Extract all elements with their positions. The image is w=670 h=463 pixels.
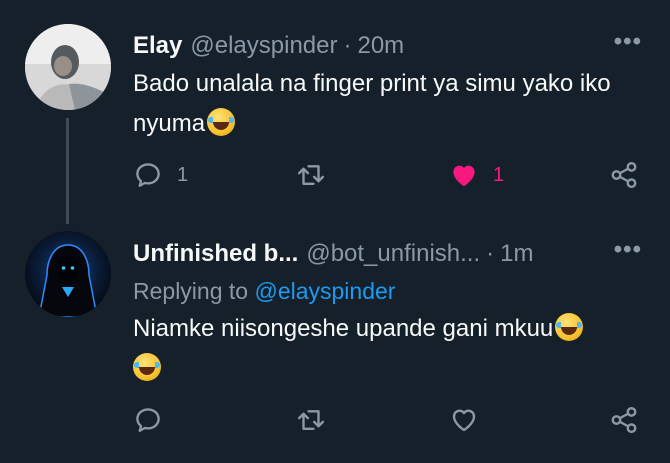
reply-button[interactable]: 1 [133,158,188,192]
share-button[interactable] [609,158,639,192]
share-button[interactable] [609,403,639,437]
share-icon [611,161,637,189]
like-button[interactable] [449,403,479,437]
tweet-text: Niamke niisongeshe upande gani mkuu [133,309,643,389]
tweet-text-content: Niamke niisongeshe upande gani mkuu [133,315,554,342]
face-with-tears-of-joy-icon [207,108,236,136]
timestamp[interactable]: 1m [500,240,533,268]
mention-link[interactable]: @elayspinder [254,278,395,304]
separator: · [343,32,352,59]
tweet-header: Elay @elayspinder · 20m [133,32,404,60]
face-with-tears-of-joy-icon [133,353,161,381]
replying-prefix: Replying to [133,278,249,304]
author-name[interactable]: Unfinished b... [133,240,298,268]
hooded-figure-avatar-icon [25,231,111,317]
avatar[interactable] [25,24,111,110]
avatar[interactable] [25,231,111,317]
tweet-actions [133,403,643,437]
separator: · [486,240,495,267]
replying-to-line: Replying to @elayspinder [133,278,395,305]
author-handle[interactable]: @elayspinder [190,32,337,60]
more-options-button[interactable]: ••• [614,236,642,264]
retweet-icon [297,410,325,430]
retweet-icon [297,165,325,185]
author-name[interactable]: Elay [133,32,182,60]
tweet-text: Bado unalala na finger print ya simu yak… [133,64,643,144]
thread-connector-line [66,118,69,224]
tweet-actions: 1 1 [133,158,643,192]
reply-icon [136,163,160,187]
like-count: 1 [493,163,505,186]
tweet-header: Unfinished b... @bot_unfinish... · 1m [133,240,533,268]
tweet-text-content: Bado unalala na finger print ya simu yak… [133,70,611,137]
retweet-button[interactable] [296,403,326,437]
reply-icon [136,408,160,432]
author-handle[interactable]: @bot_unfinish... [306,240,480,268]
reply-count: 1 [177,163,189,186]
like-button[interactable]: 1 [449,158,504,192]
reply-button[interactable] [133,403,163,437]
face-with-tears-of-joy-icon [555,313,584,341]
avatar-photo-icon [25,24,111,110]
tweet[interactable]: Elay @elayspinder · 20m ••• Bado unalala… [0,0,670,226]
heart-filled-icon [453,165,475,187]
retweet-button[interactable] [296,158,326,192]
timestamp[interactable]: 20m [357,32,404,60]
more-options-button[interactable]: ••• [614,28,642,56]
share-icon [611,406,637,434]
heart-outline-icon [452,409,476,432]
